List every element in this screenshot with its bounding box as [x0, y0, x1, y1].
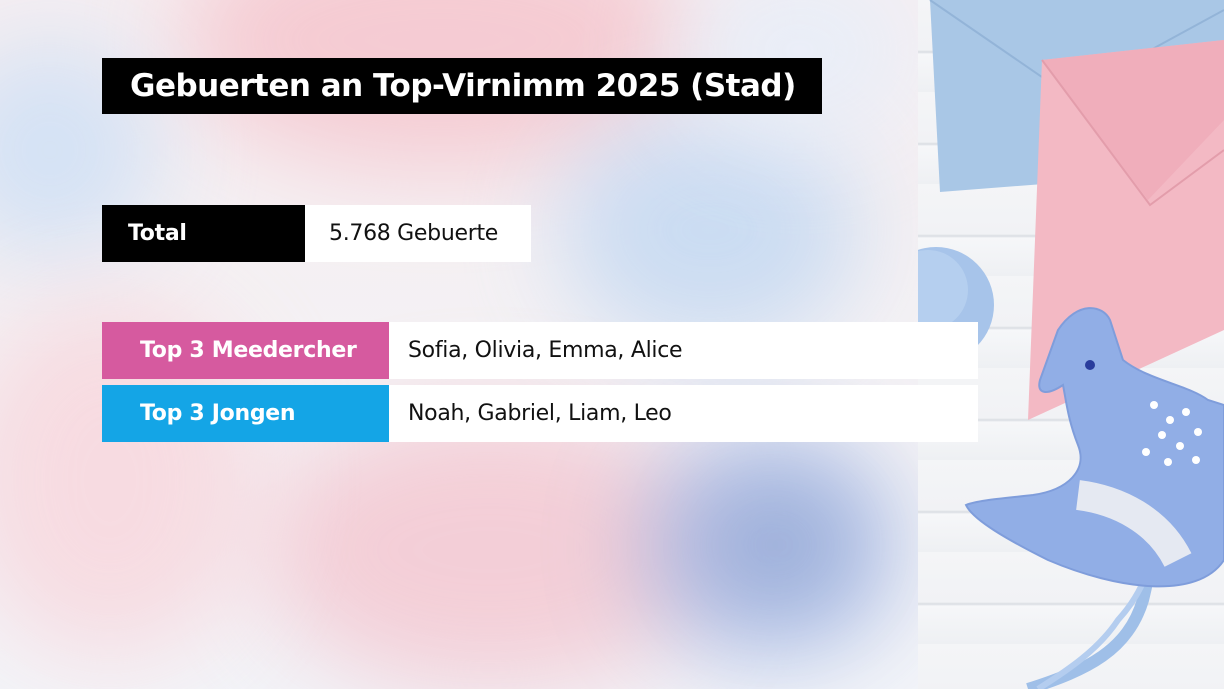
top-boys-label: Top 3 Jongen [102, 385, 389, 442]
total-value: 5.768 Gebuerte [305, 205, 531, 262]
page-title: Gebuerten an Top-Virnimm 2025 (Stad) [102, 58, 822, 114]
top-boys-row: Top 3 Jongen Noah, Gabriel, Liam, Leo [102, 385, 978, 442]
top-girls-names: Sofia, Olivia, Emma, Alice [389, 322, 978, 379]
total-label: Total [102, 205, 305, 262]
top-girls-row: Top 3 Meedercher Sofia, Olivia, Emma, Al… [102, 322, 978, 379]
top-boys-names: Noah, Gabriel, Liam, Leo [389, 385, 978, 442]
total-row: Total 5.768 Gebuerte [102, 205, 531, 262]
top-girls-label: Top 3 Meedercher [102, 322, 389, 379]
